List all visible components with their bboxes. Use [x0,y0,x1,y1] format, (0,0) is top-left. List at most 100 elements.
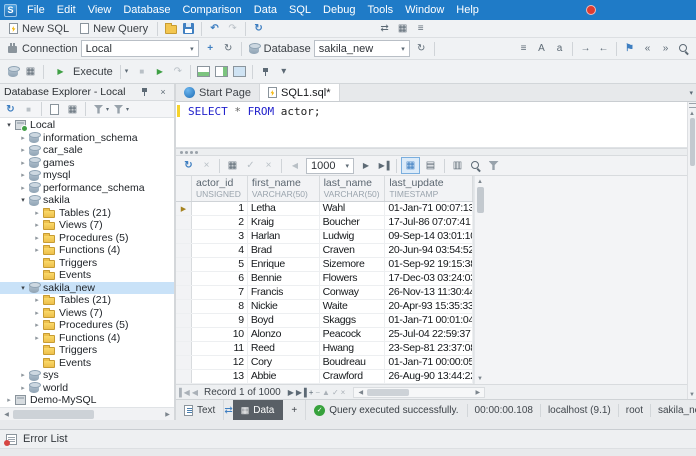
stop-refresh-button[interactable]: ■ [20,102,37,116]
cell-actor-id[interactable]: 12 [192,356,248,369]
cell-last-name[interactable]: Hwang [320,342,386,355]
results-window-layout-button[interactable] [231,64,248,80]
comparison-options-button[interactable]: ≡ [412,21,429,37]
tree-item-sys[interactable]: ▸sys [0,369,174,382]
expand-arrow-icon[interactable]: ▸ [3,396,15,404]
scroll-left-icon[interactable]: ◀ [0,409,13,420]
scroll-up-icon[interactable]: ▲ [475,176,486,187]
connection-dropdown[interactable]: Local ▾ [81,40,199,57]
attach-database-button[interactable] [4,64,21,80]
connection-button[interactable] [4,41,21,57]
scroll-left-icon[interactable]: ◀ [354,387,367,398]
cell-last-name[interactable]: Peacock [320,328,386,341]
recording-indicator-icon[interactable] [586,5,596,15]
filter-results-button[interactable] [485,158,502,174]
error-list-bar[interactable]: Error List [0,429,696,449]
cell-first-name[interactable]: Letha [248,202,320,215]
database-dropdown[interactable]: sakila_new ▾ [314,40,410,57]
cell-last-update[interactable]: 01-Jan-71 00:00:05 [385,356,473,369]
expand-arrow-icon[interactable]: ▸ [31,234,43,242]
cell-last-update[interactable]: 09-Sep-14 03:01:10 [385,230,473,243]
first-record-button[interactable]: ▌◀ [179,388,189,397]
expand-arrow-icon[interactable]: ▸ [31,309,43,317]
expand-arrow-icon[interactable]: ▸ [17,146,29,154]
new-connection-button[interactable]: + [202,41,219,57]
row-selector[interactable] [176,258,192,271]
post-edit-button[interactable]: ✓ [332,388,338,397]
results-right-layout-button[interactable] [213,64,230,80]
cell-first-name[interactable]: Alonzo [248,328,320,341]
cell-actor-id[interactable]: 7 [192,286,248,299]
cell-first-name[interactable]: Francis [248,286,320,299]
uppercase-button[interactable]: A [533,41,550,57]
add-view-button[interactable]: + [283,400,306,421]
prev-bookmark-button[interactable]: « [639,41,656,57]
cell-last-update[interactable]: 01-Jan-71 00:01:04 [385,314,473,327]
tree-item-tables-21[interactable]: ▸Tables (21) [0,294,174,307]
cell-last-update[interactable]: 23-Sep-81 23:37:08 [385,342,473,355]
cell-actor-id[interactable]: 2 [192,216,248,229]
row-selector[interactable]: ▶ [176,202,192,215]
cell-actor-id[interactable]: 13 [192,370,248,383]
expand-arrow-icon[interactable]: ▸ [31,296,43,304]
grid-view-button[interactable]: ▦ [401,157,420,174]
cell-last-update[interactable]: 20-Jun-94 03:54:52 [385,244,473,257]
expand-arrow-icon[interactable]: ▸ [31,334,43,342]
expand-arrow-icon[interactable]: ▸ [31,209,43,217]
tree-item-triggers[interactable]: Triggers [0,344,174,357]
expand-arrow-icon[interactable]: ▸ [17,134,29,142]
cell-last-name[interactable]: Ludwig [320,230,386,243]
refresh-results-button[interactable]: ↻ [180,158,197,174]
tree-item-car-sale[interactable]: ▸car_sale [0,144,174,157]
tab-list-button[interactable]: ▾ [689,89,693,97]
new-object-button[interactable] [46,102,63,116]
step-over-button[interactable]: ↷ [169,64,186,80]
lowercase-button[interactable]: a [551,41,568,57]
rollback-button[interactable]: × [260,158,277,174]
cell-last-update[interactable]: 25-Jul-04 22:59:37 [385,328,473,341]
menu-window[interactable]: Window [399,0,450,20]
find-in-results-button[interactable] [467,158,484,174]
cell-first-name[interactable]: Cory [248,356,320,369]
commit-button[interactable]: ✓ [242,158,259,174]
menu-edit[interactable]: Edit [51,0,82,20]
scroll-right-icon[interactable]: ▶ [161,409,174,420]
app-icon[interactable]: S [4,4,17,17]
scroll-thumb[interactable] [13,410,94,419]
tree-item-events[interactable]: Events [0,269,174,282]
scroll-down-icon[interactable]: ▼ [688,390,696,399]
split-editor-handle[interactable] [689,103,696,108]
format-sql-button[interactable]: ≡ [515,41,532,57]
scroll-track[interactable] [13,410,161,419]
toggle-bookmark-button[interactable]: ⚑ [621,41,638,57]
tab-sql1-sql[interactable]: SQL1.sql* [260,84,340,101]
cell-actor-id[interactable]: 1 [192,202,248,215]
cell-last-update[interactable]: 01-Jan-71 00:07:13 [385,202,473,215]
cell-last-update[interactable]: 17-Dec-03 03:24:03 [385,272,473,285]
tree-item-views-7[interactable]: ▸Views (7) [0,219,174,232]
cell-last-update[interactable]: 26-Nov-13 11:30:44 [385,286,473,299]
select-all-corner[interactable] [176,176,192,201]
row-selector[interactable] [176,356,192,369]
undo-button[interactable]: ↶ [206,21,223,37]
card-view-button[interactable]: ▤ [421,157,440,174]
cell-last-name[interactable]: Boucher [320,216,386,229]
expand-arrow-icon[interactable]: ▸ [17,171,29,179]
pin-results-button[interactable] [257,64,274,80]
filter-button[interactable] [90,102,107,116]
cell-last-name[interactable]: Sizemore [320,258,386,271]
insert-record-button[interactable]: + [309,388,313,397]
sql-editor[interactable]: SELECT * FROM actor; [176,102,696,148]
tab-text[interactable]: Text [176,400,224,421]
menu-tools[interactable]: Tools [361,0,399,20]
next-record-button[interactable]: ▶ [288,388,293,397]
tree-item-procedures-5[interactable]: ▸Procedures (5) [0,319,174,332]
indent-button[interactable]: → [577,41,594,57]
row-selector[interactable] [176,244,192,257]
tree-item-functions-4[interactable]: ▸Functions (4) [0,332,174,345]
cell-first-name[interactable]: Abbie [248,370,320,383]
scroll-thumb[interactable] [690,118,695,166]
outdent-button[interactable]: ← [595,41,612,57]
tree-item-procedures-5[interactable]: ▸Procedures (5) [0,232,174,245]
explorer-hscrollbar[interactable]: ◀ ▶ [0,407,174,420]
